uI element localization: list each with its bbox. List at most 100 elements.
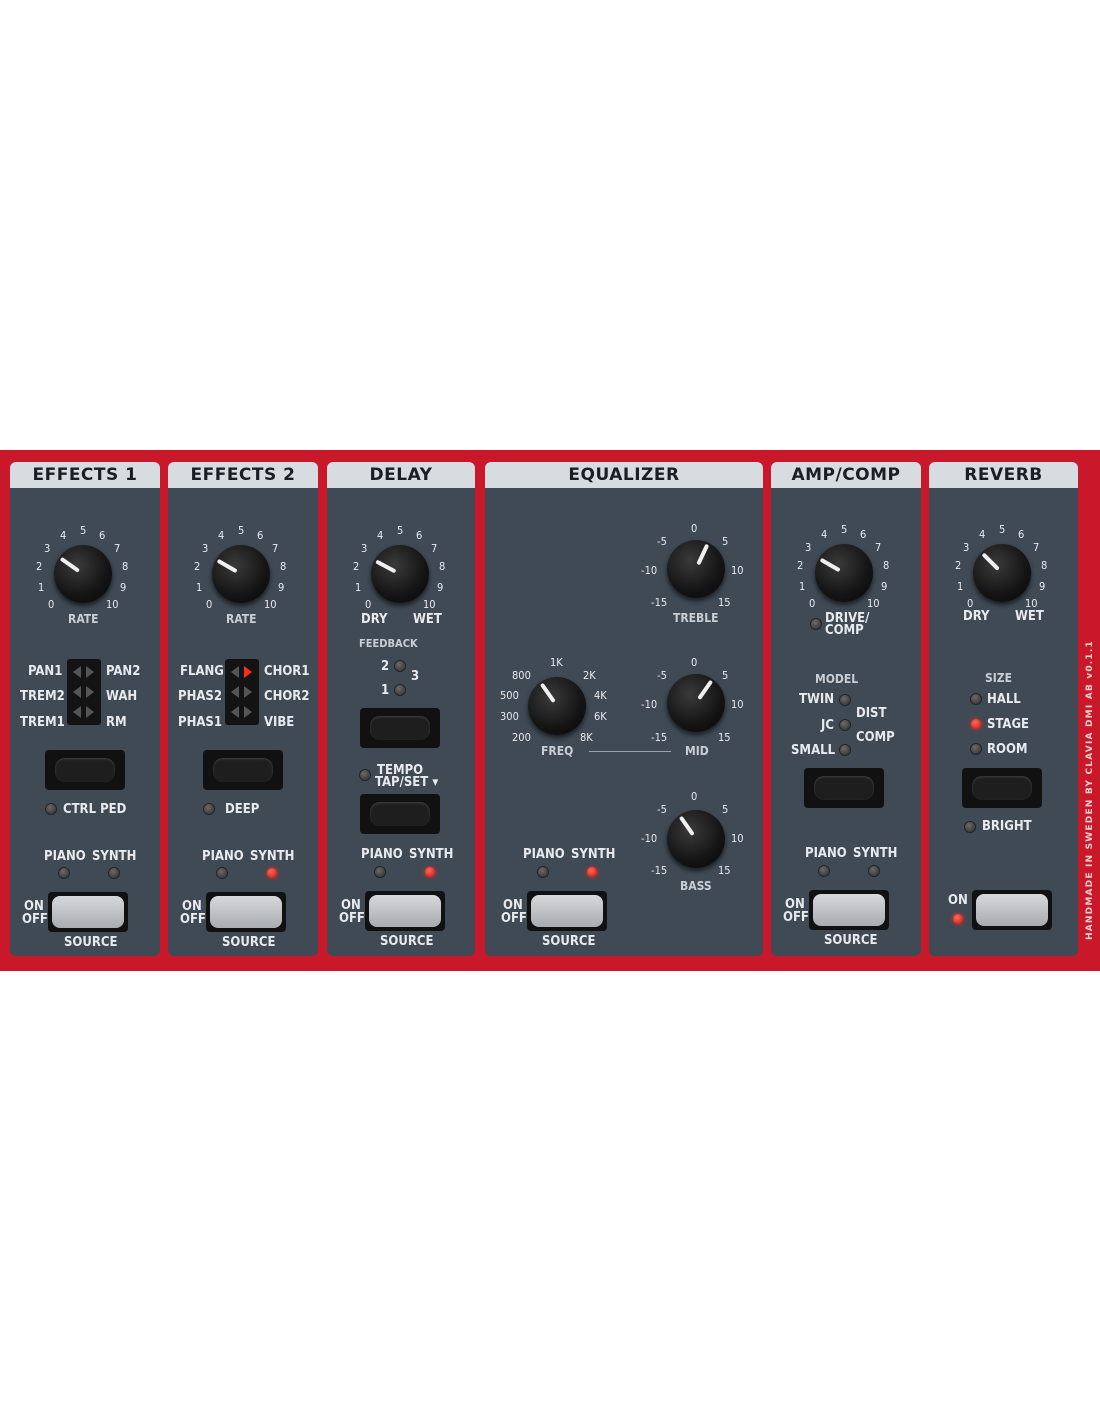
scale-2: 2 xyxy=(955,559,962,572)
scale-3: 3 xyxy=(805,541,812,554)
jc-led xyxy=(840,720,850,730)
dry-wet-knob[interactable] xyxy=(973,544,1031,602)
dry-label: DRY xyxy=(963,609,990,624)
mid-scale-10: 10 xyxy=(731,698,744,711)
synth-label: SYNTH xyxy=(250,849,295,864)
on-off-button[interactable] xyxy=(48,892,128,932)
delay-title: DELAY xyxy=(327,462,475,488)
wah-label: WAH xyxy=(106,689,138,704)
jc-label: JC xyxy=(821,718,834,733)
dry-wet-knob[interactable] xyxy=(371,545,429,603)
scale-9: 9 xyxy=(1039,580,1046,593)
source-label: SOURCE xyxy=(222,935,276,950)
bass-knob[interactable] xyxy=(667,810,725,868)
treble-knob[interactable] xyxy=(667,540,725,598)
effect-type-selector[interactable] xyxy=(67,659,101,725)
model-button[interactable] xyxy=(804,768,884,808)
on-off-button[interactable] xyxy=(527,891,607,931)
scale-2: 2 xyxy=(36,560,43,573)
freq-300: 300 xyxy=(500,710,519,723)
flang-label: FLANG xyxy=(180,664,224,679)
freq-knob[interactable] xyxy=(528,677,586,735)
scale-7: 7 xyxy=(875,541,882,554)
room-led xyxy=(971,744,981,754)
scale-3: 3 xyxy=(44,542,51,555)
bass-scale-10: 10 xyxy=(731,832,744,845)
bass-label: BASS xyxy=(680,879,712,893)
feedback-button[interactable] xyxy=(360,708,440,748)
freq-200: 200 xyxy=(512,731,531,744)
scale-5: 5 xyxy=(80,524,87,537)
piano-led xyxy=(819,866,829,876)
on-off-button[interactable] xyxy=(206,892,286,932)
mid-scale-m15: -15 xyxy=(651,731,668,744)
on-off-button[interactable] xyxy=(365,891,445,931)
synth-led xyxy=(109,868,119,878)
dist-label: DIST xyxy=(856,706,887,721)
synth-label: SYNTH xyxy=(571,847,616,862)
treble-scale-m10: -10 xyxy=(641,564,658,577)
scale-5: 5 xyxy=(841,523,848,536)
on-label: ON xyxy=(948,893,968,908)
effect-select-button[interactable] xyxy=(45,750,125,790)
off-label: OFF xyxy=(180,912,206,927)
mid-scale-0: 0 xyxy=(691,656,698,669)
effect-select-button[interactable] xyxy=(203,750,283,790)
equalizer-section: EQUALIZER -15 -10 -5 0 5 10 15 TREBLE 20… xyxy=(485,462,763,956)
size-button[interactable] xyxy=(962,768,1042,808)
drive-comp-knob[interactable] xyxy=(815,544,873,602)
phas2-label: PHAS2 xyxy=(178,689,222,704)
rate-label: RATE xyxy=(226,612,257,626)
bright-led xyxy=(965,822,975,832)
scale-4: 4 xyxy=(979,528,986,541)
ctrl-ped-led xyxy=(46,804,56,814)
on-off-button[interactable] xyxy=(809,890,889,930)
on-led xyxy=(953,914,963,924)
freq-label: FREQ xyxy=(541,744,574,758)
piano-led xyxy=(538,867,548,877)
scale-0: 0 xyxy=(967,597,974,610)
equalizer-title: EQUALIZER xyxy=(485,462,763,488)
vibe-label: VIBE xyxy=(264,715,295,730)
scale-4: 4 xyxy=(821,528,828,541)
freq-500: 500 xyxy=(500,689,519,702)
rm-label: RM xyxy=(106,715,127,730)
trem1-label: TREM1 xyxy=(20,715,65,730)
synth-label: SYNTH xyxy=(409,847,454,862)
scale-10: 10 xyxy=(106,598,119,611)
piano-led xyxy=(59,868,69,878)
trem2-label: TREM2 xyxy=(20,689,65,704)
on-off-button[interactable] xyxy=(972,890,1052,930)
pan2-label: PAN2 xyxy=(106,664,141,679)
tempo-led xyxy=(360,770,370,780)
piano-led xyxy=(375,867,385,877)
freq-800: 800 xyxy=(512,669,531,682)
freq-mid-link-line xyxy=(589,751,671,752)
tap-set-button[interactable] xyxy=(360,794,440,834)
chor2-label: CHOR2 xyxy=(264,689,310,704)
rate-label: RATE xyxy=(68,612,99,626)
scale-5: 5 xyxy=(999,523,1006,536)
twin-led xyxy=(840,695,850,705)
scale-2: 2 xyxy=(353,560,360,573)
mid-knob[interactable] xyxy=(667,674,725,732)
pan1-label: PAN1 xyxy=(28,664,63,679)
scale-8: 8 xyxy=(122,560,129,573)
ampcomp-section: AMP/COMP 0 1 2 3 4 5 6 7 8 9 10 DRIVE/ C… xyxy=(771,462,921,956)
scale-3: 3 xyxy=(361,542,368,555)
treble-scale-m15: -15 xyxy=(651,596,668,609)
treble-scale-m5: -5 xyxy=(657,535,667,548)
freq-2k: 2K xyxy=(583,669,596,682)
effects1-section: EFFECTS 1 0 1 2 3 4 5 6 7 8 9 10 RATE PA… xyxy=(10,462,160,956)
off-label: OFF xyxy=(501,911,527,926)
small-label: SMALL xyxy=(791,743,836,758)
tapset-label: TAP/SET ▾ xyxy=(375,775,439,790)
feedback-label: FEEDBACK xyxy=(359,637,418,650)
mid-scale-15: 15 xyxy=(718,731,731,744)
scale-6: 6 xyxy=(257,529,264,542)
scale-8: 8 xyxy=(883,559,890,572)
effect-type-selector[interactable] xyxy=(225,659,259,725)
scale-7: 7 xyxy=(272,542,279,555)
rate-knob[interactable] xyxy=(54,545,112,603)
rate-knob[interactable] xyxy=(212,545,270,603)
